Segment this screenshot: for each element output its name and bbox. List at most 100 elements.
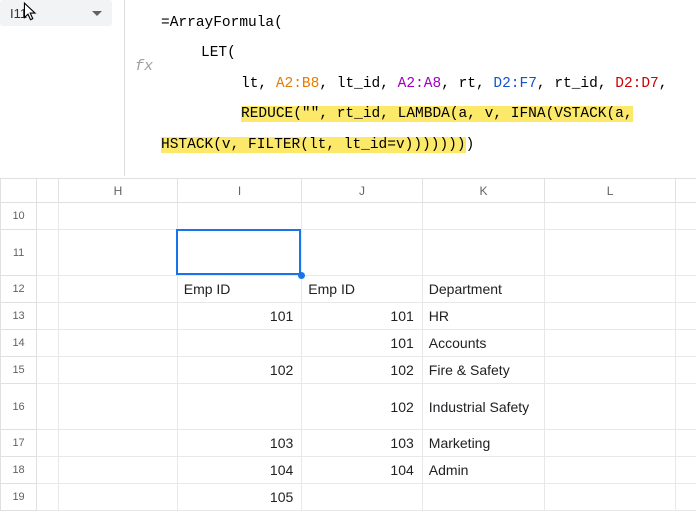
row-header-14[interactable]: 14 <box>1 330 37 357</box>
cell[interactable]: 103 <box>177 430 302 457</box>
cell[interactable] <box>545 330 676 357</box>
cell[interactable]: 103 <box>302 430 423 457</box>
cell[interactable]: Admin <box>422 457 545 484</box>
cell[interactable] <box>675 357 696 384</box>
cell[interactable] <box>59 230 178 276</box>
row-header-15[interactable]: 15 <box>1 357 37 384</box>
cell[interactable] <box>302 484 423 511</box>
name-box[interactable]: I11 <box>0 0 112 26</box>
col-header-H[interactable]: H <box>59 179 178 203</box>
cell[interactable] <box>59 457 178 484</box>
cell[interactable] <box>545 384 676 430</box>
cell[interactable] <box>422 230 545 276</box>
row-header-18[interactable]: 18 <box>1 457 37 484</box>
cell[interactable] <box>59 430 178 457</box>
cell[interactable]: Accounts <box>422 330 545 357</box>
cell[interactable] <box>422 203 545 230</box>
formula-highlight: HSTACK(v, FILTER(lt, lt_id=v))))))) <box>161 137 466 153</box>
cell[interactable] <box>37 330 59 357</box>
cell[interactable] <box>302 230 423 276</box>
cell[interactable]: 102 <box>302 357 423 384</box>
chevron-down-icon[interactable] <box>92 11 102 16</box>
cell[interactable] <box>37 203 59 230</box>
cell[interactable] <box>59 484 178 511</box>
cell[interactable] <box>545 230 676 276</box>
cell[interactable] <box>545 484 676 511</box>
cell[interactable]: Emp ID <box>302 276 423 303</box>
cell[interactable] <box>177 330 302 357</box>
row-header-16[interactable]: 16 <box>1 384 37 430</box>
formula-bar[interactable]: fx =ArrayFormula( LET( lt, A2:B8, lt_id,… <box>124 0 696 176</box>
cell[interactable] <box>37 357 59 384</box>
cell[interactable] <box>675 384 696 430</box>
cell[interactable] <box>59 276 178 303</box>
cell[interactable]: Industrial Safety <box>422 384 545 430</box>
cell[interactable] <box>675 457 696 484</box>
cell[interactable] <box>37 230 59 276</box>
cell[interactable] <box>59 384 178 430</box>
cell[interactable]: 101 <box>302 303 423 330</box>
cell[interactable]: 102 <box>177 357 302 384</box>
cell[interactable] <box>545 303 676 330</box>
cell[interactable]: 104 <box>177 457 302 484</box>
cell[interactable]: 105 <box>177 484 302 511</box>
cell[interactable] <box>545 203 676 230</box>
cell[interactable] <box>675 203 696 230</box>
col-header-I[interactable]: I <box>177 179 302 203</box>
cell[interactable]: Marketing <box>422 430 545 457</box>
cell[interactable] <box>37 430 59 457</box>
formula-seg: LET( <box>201 45 236 61</box>
row-header-13[interactable]: 13 <box>1 303 37 330</box>
cell[interactable] <box>545 276 676 303</box>
cell[interactable]: 104 <box>302 457 423 484</box>
range-ref: A2:A8 <box>398 76 442 92</box>
cell[interactable] <box>59 330 178 357</box>
row-header-10[interactable]: 10 <box>1 203 37 230</box>
cell[interactable] <box>59 357 178 384</box>
cell[interactable] <box>675 230 696 276</box>
formula-seg: , <box>659 76 668 92</box>
cell[interactable]: Emp ID <box>177 276 302 303</box>
cell[interactable]: Department <box>422 276 545 303</box>
cell[interactable] <box>675 484 696 511</box>
spreadsheet-grid[interactable]: HIJKL101112Emp IDEmp IDDepartment1310110… <box>0 178 696 511</box>
cell[interactable]: 102 <box>302 384 423 430</box>
cell-reference: I11 <box>10 6 27 21</box>
cell[interactable] <box>422 484 545 511</box>
cell[interactable] <box>37 276 59 303</box>
cell[interactable] <box>177 230 302 276</box>
row-header-11[interactable]: 11 <box>1 230 37 276</box>
cell[interactable] <box>545 430 676 457</box>
col-header-J[interactable]: J <box>302 179 423 203</box>
row-header-17[interactable]: 17 <box>1 430 37 457</box>
col-header-edge[interactable] <box>37 179 59 203</box>
cell[interactable] <box>675 303 696 330</box>
cell[interactable]: 101 <box>177 303 302 330</box>
row-header-19[interactable]: 19 <box>1 484 37 511</box>
cell[interactable] <box>59 303 178 330</box>
cell[interactable] <box>302 203 423 230</box>
formula-seg: lt, <box>241 76 276 92</box>
formula-content[interactable]: =ArrayFormula( LET( lt, A2:B8, lt_id, A2… <box>159 0 677 166</box>
formula-seg: ) <box>466 137 475 153</box>
formula-highlight: REDUCE("", rt_id, LAMBDA(a, v, IFNA(VSTA… <box>241 106 633 122</box>
cell[interactable] <box>37 457 59 484</box>
col-header-L[interactable]: L <box>545 179 676 203</box>
cell[interactable] <box>545 457 676 484</box>
cell[interactable] <box>675 330 696 357</box>
cell[interactable] <box>675 430 696 457</box>
row-header-12[interactable]: 12 <box>1 276 37 303</box>
col-header-K[interactable]: K <box>422 179 545 203</box>
cell[interactable]: Fire & Safety <box>422 357 545 384</box>
cell[interactable] <box>545 357 676 384</box>
cell[interactable] <box>177 384 302 430</box>
cell[interactable] <box>59 203 178 230</box>
cell[interactable] <box>675 276 696 303</box>
cell[interactable] <box>37 303 59 330</box>
cell[interactable] <box>37 384 59 430</box>
cell[interactable]: 101 <box>302 330 423 357</box>
cell[interactable] <box>37 484 59 511</box>
cell[interactable] <box>177 203 302 230</box>
cell[interactable]: HR <box>422 303 545 330</box>
col-header-edge[interactable] <box>675 179 696 203</box>
